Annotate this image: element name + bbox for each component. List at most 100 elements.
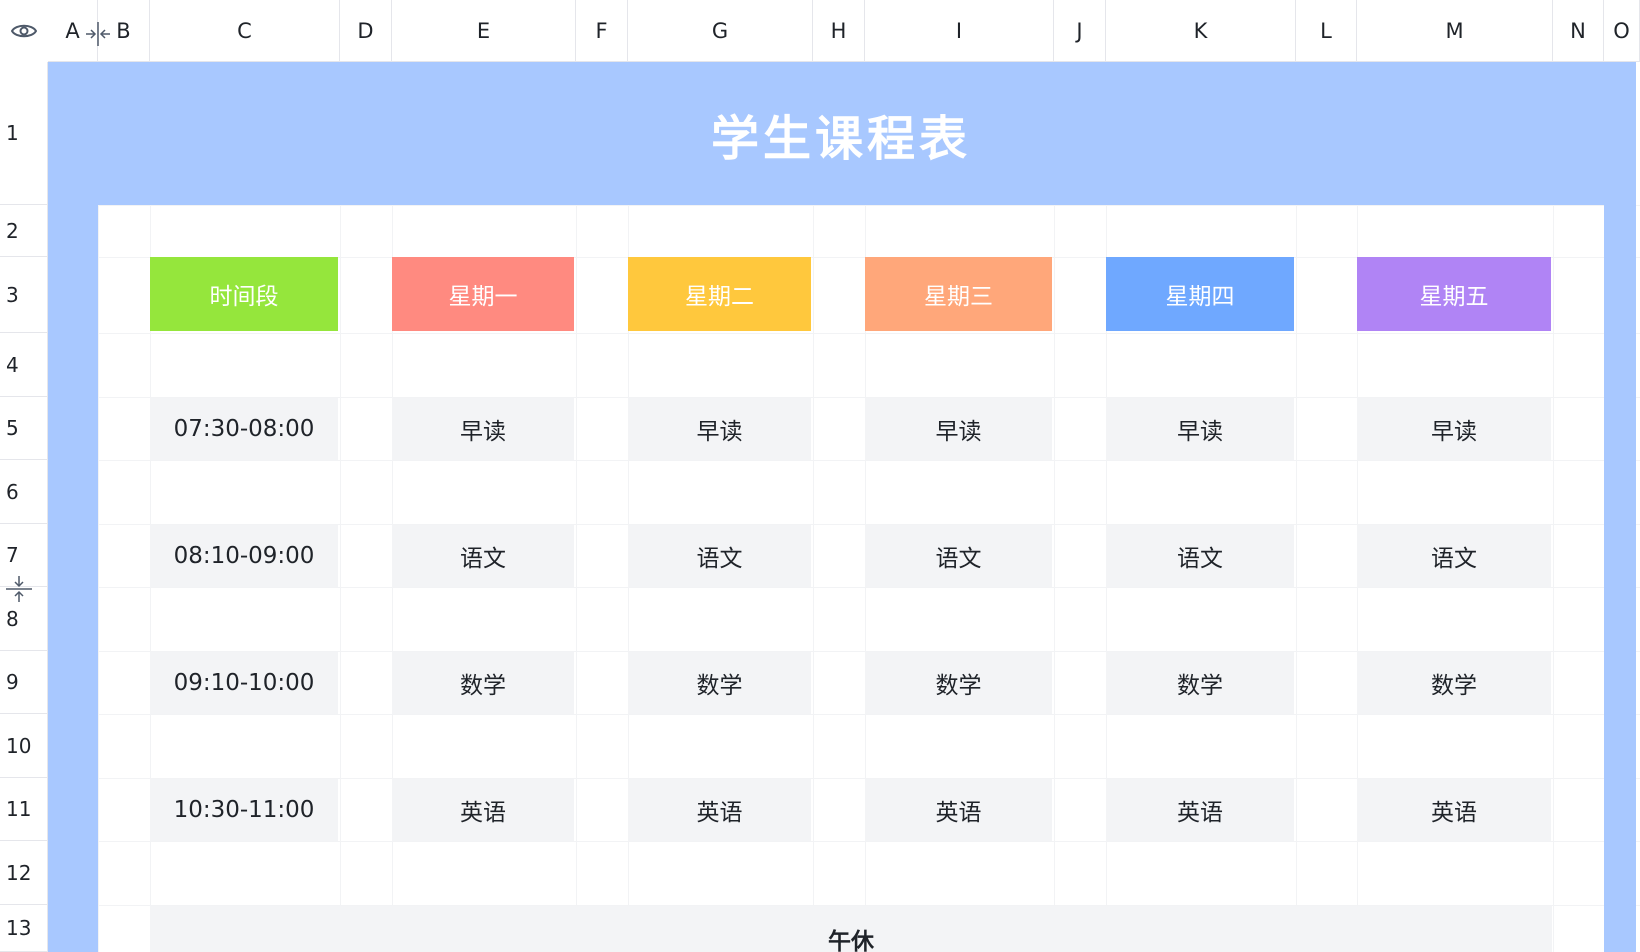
column-header-l[interactable]: L [1296,0,1357,62]
grid-row-line [48,460,1640,461]
spreadsheet: ABCDEFGHIJKLMNO 1 2 3 4 5 6 7 8 9 10 11 12 13 学生课程表 … [0,0,1640,952]
course-label: 语文 [935,546,982,572]
course-label: 早读 [935,419,982,445]
row-header-11[interactable]: 11 [0,778,48,841]
header-friday-label: 星期五 [1419,284,1489,310]
header-friday[interactable]: 星期五 [1357,257,1551,331]
column-header-k[interactable]: K [1106,0,1296,62]
column-resize-icon[interactable] [84,20,112,48]
header-monday-label: 星期一 [448,284,518,310]
header-monday[interactable]: 星期一 [392,257,574,331]
course-label: 英语 [1431,800,1477,826]
time-slot-label: 09:10-10:00 [173,670,315,696]
table-cell-course[interactable]: 语文 [1106,525,1294,587]
table-cell-course[interactable]: 语文 [1357,525,1551,587]
table-cell-course[interactable]: 数学 [1357,652,1551,714]
grid-row-line [48,587,1640,588]
course-label: 语文 [1431,546,1477,572]
header-time-label: 时间段 [209,284,279,310]
frame-right-border [1604,62,1636,952]
header-wednesday-label: 星期三 [924,284,993,310]
row-header-3[interactable]: 3 [0,257,48,333]
table-cell-course[interactable]: 英语 [628,779,811,841]
table-cell-course[interactable]: 语文 [865,525,1052,587]
table-cell-time[interactable]: 07:30-08:00 [150,398,338,460]
table-cell-time[interactable]: 10:30-11:00 [150,779,338,841]
course-label: 数学 [696,673,743,699]
column-header-j[interactable]: J [1054,0,1106,62]
row-header-2[interactable]: 2 [0,205,48,257]
header-thursday-label: 星期四 [1165,284,1235,310]
course-label: 早读 [1431,419,1477,445]
course-label: 英语 [460,800,506,826]
lunch-break-cell[interactable]: 午休 [150,906,1552,952]
header-wednesday[interactable]: 星期三 [865,257,1052,331]
course-label: 英语 [935,800,982,826]
course-label: 早读 [460,419,506,445]
select-all-corner[interactable] [0,0,48,62]
course-label: 英语 [696,800,743,826]
table-cell-course[interactable]: 早读 [392,398,574,460]
table-cell-time[interactable]: 08:10-09:00 [150,525,338,587]
row-header-1[interactable]: 1 [0,62,48,205]
table-cell-course[interactable]: 数学 [1106,652,1294,714]
table-cell-course[interactable]: 数学 [865,652,1052,714]
eye-icon[interactable] [11,22,37,40]
row-header-4[interactable]: 4 [0,333,48,397]
column-header-e[interactable]: E [392,0,576,62]
course-label: 早读 [1177,419,1223,445]
table-cell-course[interactable]: 语文 [392,525,574,587]
table-cell-course[interactable]: 英语 [1106,779,1294,841]
table-cell-course[interactable]: 早读 [1106,398,1294,460]
course-label: 数学 [935,673,982,699]
column-header-g[interactable]: G [628,0,813,62]
header-time[interactable]: 时间段 [150,257,338,331]
column-header-d[interactable]: D [340,0,392,62]
time-slot-label: 07:30-08:00 [173,416,315,442]
column-header-m[interactable]: M [1357,0,1553,62]
course-label: 语文 [1177,546,1223,572]
page-title: 学生课程表 [710,110,971,167]
grid-row-line [48,333,1640,334]
table-cell-course[interactable]: 早读 [1357,398,1551,460]
column-header-f[interactable]: F [576,0,628,62]
table-cell-course[interactable]: 早读 [628,398,811,460]
time-slot-label: 08:10-09:00 [173,543,315,569]
header-tuesday-label: 星期二 [685,284,754,310]
header-tuesday[interactable]: 星期二 [628,257,811,331]
row-header-6[interactable]: 6 [0,460,48,524]
table-cell-course[interactable]: 英语 [865,779,1052,841]
table-cell-course[interactable]: 英语 [392,779,574,841]
header-thursday[interactable]: 星期四 [1106,257,1294,331]
grid-row-line [48,205,1640,206]
table-cell-course[interactable]: 数学 [628,652,811,714]
course-label: 语文 [696,546,743,572]
grid-row-line [48,841,1640,842]
row-header-12[interactable]: 12 [0,841,48,905]
row-header-10[interactable]: 10 [0,714,48,778]
grid-row-line [48,714,1640,715]
table-cell-course[interactable]: 语文 [628,525,811,587]
table-cell-course[interactable]: 英语 [1357,779,1551,841]
row-header-13[interactable]: 13 [0,905,48,952]
time-slot-label: 10:30-11:00 [173,797,315,823]
column-header-c[interactable]: C [150,0,340,62]
course-label: 语文 [460,546,506,572]
column-header-n[interactable]: N [1553,0,1604,62]
course-label: 数学 [1431,673,1477,699]
row-header-5[interactable]: 5 [0,397,48,460]
column-header-o[interactable]: O [1604,0,1640,62]
title-cell[interactable]: 学生课程表 [48,62,1604,205]
course-label: 英语 [1177,800,1223,826]
table-cell-course[interactable]: 早读 [865,398,1052,460]
column-header-h[interactable]: H [813,0,865,62]
table-cell-time[interactable]: 09:10-10:00 [150,652,338,714]
course-label: 早读 [696,419,743,445]
course-label: 数学 [1177,673,1223,699]
course-label: 数学 [460,673,506,699]
column-header-i[interactable]: I [865,0,1054,62]
row-header-9[interactable]: 9 [0,651,48,714]
row-resize-icon[interactable] [4,574,34,604]
table-cell-course[interactable]: 数学 [392,652,574,714]
lunch-break-label: 午休 [828,929,874,952]
